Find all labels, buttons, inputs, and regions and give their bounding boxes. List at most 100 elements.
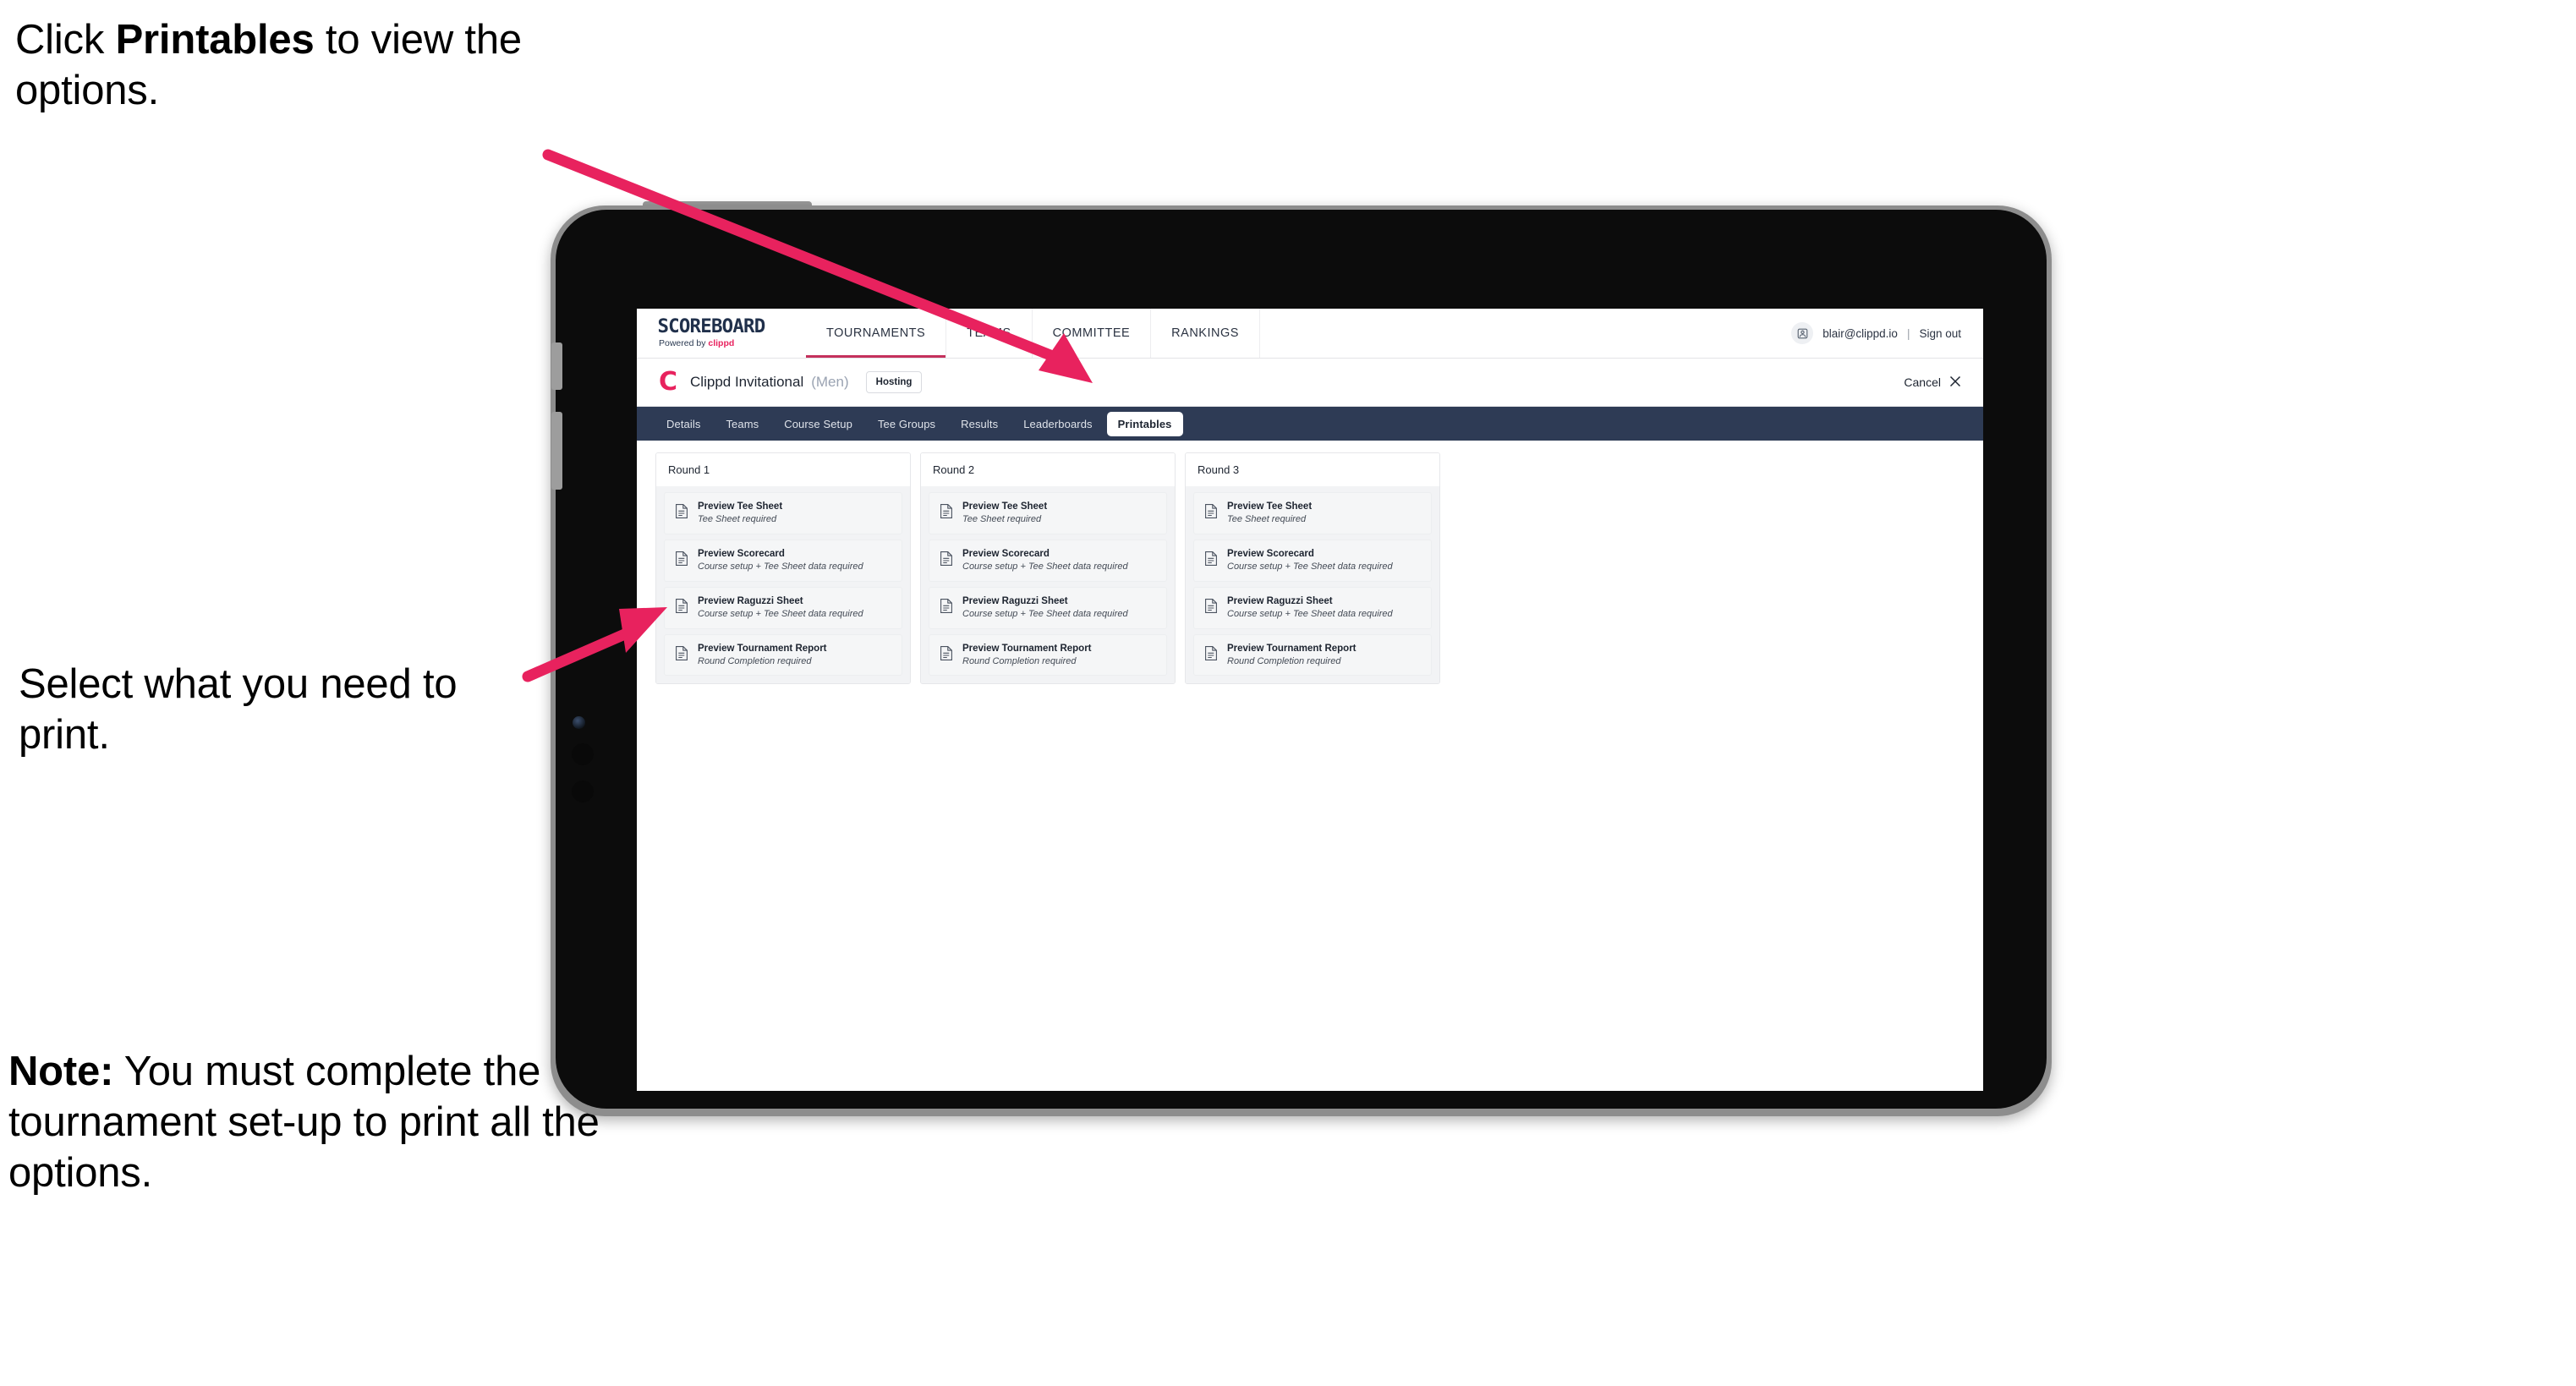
round-2-preview-raguzzi-sheet[interactable]: Preview Raguzzi Sheet Course setup + Tee … <box>929 586 1167 629</box>
round-3-items: Preview Tee Sheet Tee Sheet required Prev… <box>1186 486 1439 684</box>
item-subtitle: Round Completion required <box>1227 655 1341 666</box>
round-2-preview-tournament-report[interactable]: Preview Tournament Report Round Completio… <box>929 633 1167 677</box>
item-title: Preview Raguzzi Sheet <box>1227 595 1333 606</box>
item-subtitle: Tee Sheet required <box>962 514 1042 525</box>
tab-tee-groups[interactable]: Tee Groups <box>867 412 946 436</box>
clippd-name: clippd <box>708 338 735 349</box>
round-1-title: Round 1 <box>656 453 910 486</box>
item-subtitle: Tee Sheet required <box>1227 514 1307 525</box>
hosting-badge: Hosting <box>865 371 923 393</box>
item-subtitle: Course setup + Tee Sheet data required <box>698 608 863 619</box>
nav-item-tournaments-label: TOURNAMENTS <box>826 326 926 340</box>
topnav-user-area: blair@clippd.io | Sign out <box>1791 309 1983 358</box>
nav-item-teams[interactable]: TEAMS <box>946 309 1033 358</box>
tab-teams[interactable]: Teams <box>715 412 770 436</box>
tournament-name: Clippd Invitational <box>690 374 804 390</box>
document-icon <box>1204 503 1218 523</box>
topnav-separator: | <box>1906 326 1910 340</box>
nav-item-rankings-label: RANKINGS <box>1171 326 1239 340</box>
item-title: Preview Raguzzi Sheet <box>962 595 1068 606</box>
round-2-title: Round 2 <box>921 453 1175 486</box>
nav-item-teams-label: TEAMS <box>967 326 1011 340</box>
round-2-preview-tee-sheet[interactable]: Preview Tee Sheet Tee Sheet required <box>929 492 1167 534</box>
tab-teams-label: Teams <box>726 417 759 430</box>
document-icon <box>940 598 953 618</box>
cancel-label: Cancel <box>1904 375 1941 389</box>
round-1-preview-scorecard[interactable]: Preview Scorecard Course setup + Tee Shee… <box>664 539 902 582</box>
round-3-title: Round 3 <box>1186 453 1439 486</box>
round-2-preview-scorecard[interactable]: Preview Scorecard Course setup + Tee Shee… <box>929 539 1167 582</box>
item-title: Preview Tournament Report <box>962 643 1092 654</box>
round-3-preview-raguzzi-sheet[interactable]: Preview Raguzzi Sheet Course setup + Tee … <box>1193 586 1432 629</box>
tournament-header: C Clippd Invitational (Men) Hosting Canc… <box>637 359 1983 407</box>
round-1-preview-tee-sheet[interactable]: Preview Tee Sheet Tee Sheet required <box>664 492 902 534</box>
sign-out-link[interactable]: Sign out <box>1919 327 1961 340</box>
item-title: Preview Tee Sheet <box>962 501 1048 512</box>
tab-printables[interactable]: Printables <box>1106 411 1183 436</box>
user-avatar-icon[interactable] <box>1791 322 1814 344</box>
tab-leaderboards-label: Leaderboards <box>1023 417 1093 430</box>
tab-details[interactable]: Details <box>655 412 711 436</box>
nav-item-committee-label: COMMITTEE <box>1052 326 1131 340</box>
annotation-1-bold: Printables <box>115 17 315 63</box>
item-title: Preview Tee Sheet <box>698 501 783 512</box>
annotation-3-bold: Note: <box>8 1049 114 1094</box>
annotation-1-pre: Click <box>15 17 116 63</box>
document-icon <box>1204 645 1218 666</box>
round-1-items: Preview Tee Sheet Tee Sheet required Prev… <box>656 486 910 684</box>
brand-title: SCOREBOARD <box>657 316 765 338</box>
item-title: Preview Scorecard <box>698 548 785 559</box>
scoreboard-logo[interactable]: SCOREBOARD Powered by clippd <box>637 309 806 358</box>
item-title: Preview Scorecard <box>962 548 1050 559</box>
item-title: Preview Raguzzi Sheet <box>698 595 803 606</box>
item-subtitle: Course setup + Tee Sheet data required <box>962 562 1128 572</box>
nav-item-rankings[interactable]: RANKINGS <box>1151 309 1260 358</box>
tab-results[interactable]: Results <box>950 412 1009 436</box>
document-icon <box>675 645 688 666</box>
tab-course-setup-label: Course Setup <box>784 417 852 430</box>
user-email: blair@clippd.io <box>1822 326 1898 340</box>
powered-by-text: Powered by <box>659 338 709 349</box>
item-subtitle: Course setup + Tee Sheet data required <box>698 562 863 572</box>
round-3-preview-tournament-report[interactable]: Preview Tournament Report Round Completio… <box>1193 633 1432 677</box>
cancel-button[interactable]: Cancel <box>1904 375 1961 390</box>
rounds-grid: Round 1 Preview Tee Sheet Tee Sheet requi… <box>637 441 1983 685</box>
document-icon <box>675 551 688 571</box>
tab-printables-label: Printables <box>1117 417 1172 430</box>
tab-strip: Details Teams Course Setup Tee Groups Re… <box>637 407 1983 441</box>
document-icon <box>940 645 953 666</box>
tablet-sensor-2-icon <box>572 781 594 803</box>
round-2-items: Preview Tee Sheet Tee Sheet required Prev… <box>921 486 1175 684</box>
tab-leaderboards[interactable]: Leaderboards <box>1012 412 1103 436</box>
round-3-preview-scorecard[interactable]: Preview Scorecard Course setup + Tee Shee… <box>1193 539 1432 582</box>
tablet-volume-button <box>551 342 562 390</box>
tab-tee-groups-label: Tee Groups <box>877 417 936 430</box>
nav-item-committee[interactable]: COMMITTEE <box>1033 309 1152 358</box>
app-screen: SCOREBOARD Powered by clippd TOURNAMENTS… <box>637 309 1983 1091</box>
annotation-click-printables: Click Printables to view the options. <box>15 15 556 117</box>
tab-details-label: Details <box>666 417 701 430</box>
item-subtitle: Course setup + Tee Sheet data required <box>962 608 1128 619</box>
item-subtitle: Tee Sheet required <box>698 514 777 525</box>
round-3-preview-tee-sheet[interactable]: Preview Tee Sheet Tee Sheet required <box>1193 492 1432 534</box>
tab-results-label: Results <box>961 417 999 430</box>
item-subtitle: Course setup + Tee Sheet data required <box>1227 562 1393 572</box>
document-icon <box>940 551 953 571</box>
top-navigation-bar: SCOREBOARD Powered by clippd TOURNAMENTS… <box>637 309 1983 359</box>
round-1-preview-raguzzi-sheet[interactable]: Preview Raguzzi Sheet Course setup + Tee … <box>664 586 902 629</box>
tablet-power-button <box>551 412 562 490</box>
annotation-select-to-print: Select what you need to print. <box>19 661 458 758</box>
round-column-1: Round 1 Preview Tee Sheet Tee Sheet requi… <box>655 452 911 685</box>
clippd-c-logo-icon: C <box>659 367 677 397</box>
document-icon <box>675 598 688 618</box>
document-icon <box>940 503 953 523</box>
tablet-sensor-icon <box>572 743 594 765</box>
tournament-gender: (Men) <box>811 374 849 390</box>
round-1-preview-tournament-report[interactable]: Preview Tournament Report Round Completio… <box>664 633 902 677</box>
close-x-icon <box>1949 375 1961 390</box>
document-icon <box>675 503 688 523</box>
tablet-camera-icon <box>573 716 585 729</box>
nav-item-tournaments[interactable]: TOURNAMENTS <box>806 309 947 358</box>
document-icon <box>1204 598 1218 618</box>
tab-course-setup[interactable]: Course Setup <box>773 412 863 436</box>
